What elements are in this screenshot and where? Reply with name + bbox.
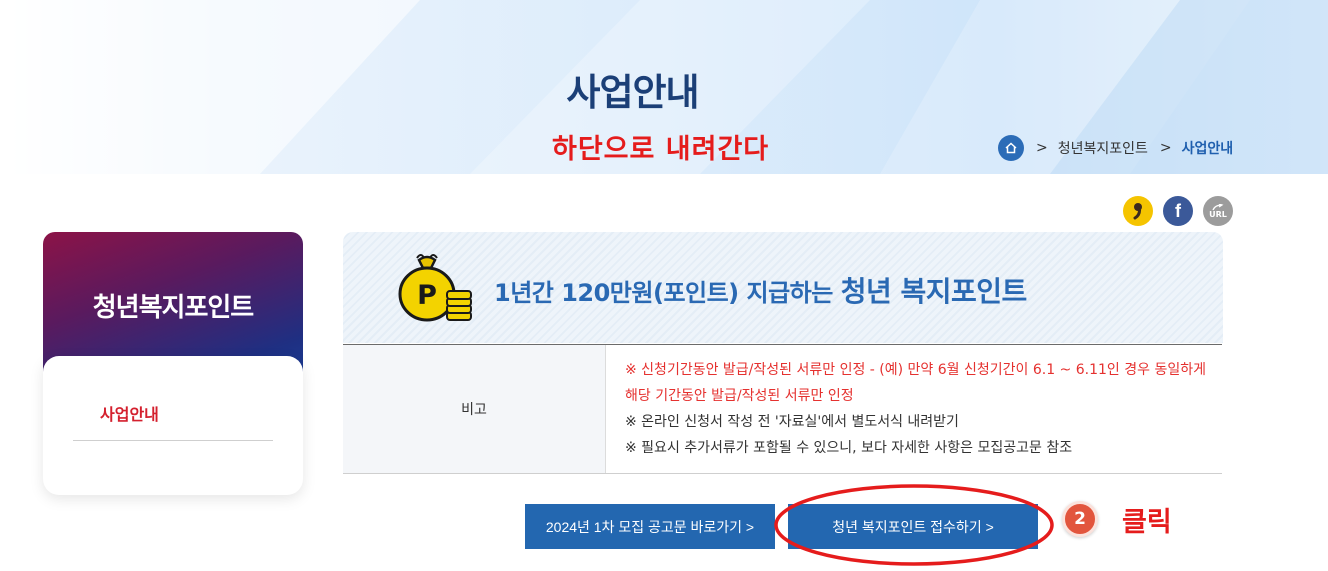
page-title: 사업안내 <box>566 71 699 114</box>
step-number-badge: 2 <box>1062 501 1098 537</box>
recruitment-notice-button[interactable]: 2024년 1차 모집 공고문 바로가기 > <box>525 504 775 549</box>
note-line: ※ 필요시 추가서류가 포함될 수 있으니, 보다 자세한 사항은 모집공고문 … <box>625 440 1073 456</box>
url-label: URL <box>1209 209 1227 219</box>
note-line: ※ 신청기간동안 발급/작성된 서류만 인정 - (예) 만약 6월 신청기간이… <box>625 362 1206 378</box>
banner-headline: 1년간 120만원(포인트) 지급하는 청년 복지포인트 <box>494 270 1027 310</box>
welfare-banner: P 1년간 120만원(포인트) 지급하는 청년 복지포인트 <box>343 232 1223 343</box>
kakao-story-icon[interactable] <box>1123 196 1153 226</box>
info-table: 비고 ※ 신청기간동안 발급/작성된 서류만 인정 - (예) 만약 6월 신청… <box>343 344 1222 474</box>
highlight-ellipse <box>774 484 1054 566</box>
money-bag-coins-icon: P <box>398 254 472 322</box>
breadcrumb-separator: > <box>1036 140 1048 156</box>
home-icon[interactable] <box>998 135 1024 161</box>
sidebar-title: 청년복지포인트 <box>92 293 254 323</box>
table-notes-cell: ※ 신청기간동안 발급/작성된 서류만 인정 - (예) 만약 6월 신청기간이… <box>625 357 1215 461</box>
note-line: ※ 온라인 신청서 작성 전 '자료실'에서 별도서식 내려받기 <box>625 414 959 430</box>
banner-text-prefix: 1년간 120만원(포인트) 지급하는 <box>494 279 833 307</box>
page: 사업안내 하단으로 내려간다 > 청년복지포인트 > 사업안내 f URL 청년… <box>0 0 1328 571</box>
breadcrumb: > 청년복지포인트 > 사업안내 <box>998 135 1233 161</box>
breadcrumb-item-youth-welfare[interactable]: 청년복지포인트 <box>1058 138 1148 158</box>
sidebar-item-business-info[interactable]: 사업안내 <box>100 401 159 425</box>
click-annotation-label: 클릭 <box>1122 507 1172 538</box>
breadcrumb-separator: > <box>1159 140 1172 156</box>
facebook-glyph: f <box>1175 201 1181 221</box>
sidebar-menu: 사업안내 <box>43 356 303 495</box>
note-line: 해당 기간동안 발급/작성된 서류만 인정 <box>625 388 854 404</box>
scroll-down-annotation: 하단으로 내려간다 <box>552 134 770 165</box>
divider <box>73 440 273 441</box>
breadcrumb-item-current: 사업안내 <box>1181 141 1234 157</box>
facebook-icon[interactable]: f <box>1163 196 1193 226</box>
sidebar: 청년복지포인트 사업안내 <box>43 232 303 495</box>
table-header-cell: 비고 <box>343 345 606 473</box>
url-copy-icon[interactable]: URL <box>1203 196 1233 226</box>
banner-text-highlight: 청년 복지포인트 <box>840 275 1028 308</box>
coin-letter: P <box>417 280 437 311</box>
hero-banner: 사업안내 하단으로 내려간다 > 청년복지포인트 > 사업안내 <box>0 0 1328 174</box>
sidebar-header: 청년복지포인트 <box>43 232 303 372</box>
